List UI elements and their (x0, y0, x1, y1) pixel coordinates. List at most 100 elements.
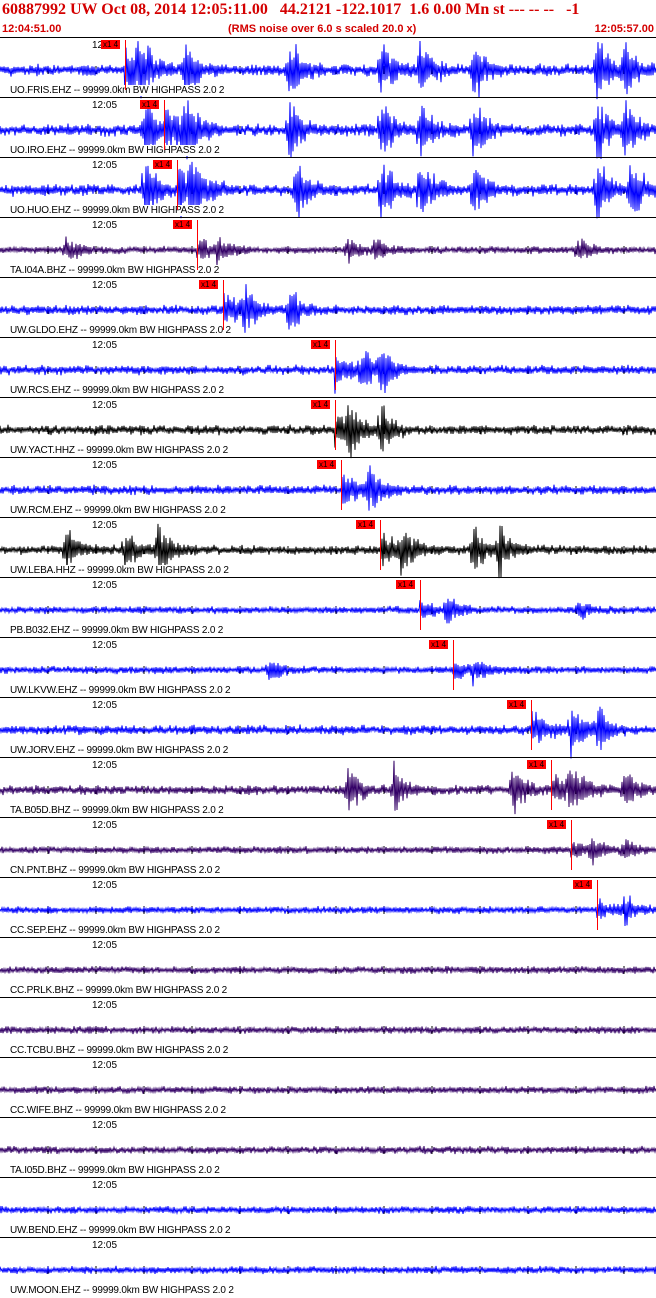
waveform (0, 838, 656, 866)
time-label: 12:05 (92, 460, 118, 471)
header: 60887992 UW Oct 08, 2014 12:05:11.00 44.… (0, 0, 656, 38)
phase-pick-line (453, 640, 454, 690)
time-label: 12:05 (92, 580, 118, 591)
station-label: TA.I05D.BHZ -- 99999.0km BW HIGHPASS 2.0… (10, 1165, 220, 1176)
trace-panel: 12:05 TA.B05D.BHZ -- 99999.0km BW HIGHPAS… (0, 757, 656, 817)
time-label: 12:05 (92, 940, 118, 951)
phase-pick-line (335, 340, 336, 390)
phase-pick-line (335, 400, 336, 450)
trace-panel: 12:05 TA.I05D.BHZ -- 99999.0km BW HIGHPAS… (0, 1117, 656, 1177)
trace-panel: 12:05UO.FRIS.EHZ -- 99999.0km BW HIGHPAS… (0, 37, 656, 100)
station-label: UW.JORV.EHZ -- 99999.0km BW HIGHPASS 2.0… (10, 745, 229, 756)
time-label: 12:05 (92, 340, 118, 351)
phase-pick-line (380, 520, 381, 570)
phase-pick-line (197, 220, 198, 270)
phase-pick-marker: x1 4 (396, 580, 416, 589)
station-label: UW.MOON.EHZ -- 99999.0km BW HIGHPASS 2.0… (10, 1285, 234, 1296)
time-label: 12:05 (92, 820, 118, 831)
phase-pick-marker: x1 4 (356, 520, 376, 529)
station-label: UW.GLDO.EHZ -- 99999.0km BW HIGHPASS 2.0… (10, 325, 231, 336)
station-label: UW.RCM.EHZ -- 99999.0km BW HIGHPASS 2.0 … (10, 505, 226, 516)
time-label: 12:05 (92, 100, 118, 111)
trace-panel: 12:05 CC.SEP.EHZ -- 99999.0km BW HIGHPASS… (0, 877, 656, 937)
station-label: TA.B05D.BHZ -- 99999.0km BW HIGHPASS 2.0… (10, 805, 224, 816)
trace-panel: 12:05 UW.BEND.EHZ -- 99999.0km BW HIGHPAS… (0, 1177, 656, 1237)
station-label: UO.HUO.EHZ -- 99999.0km BW HIGHPASS 2.0 … (10, 205, 224, 216)
rms-note: (RMS noise over 6.0 s scaled 20.0 x) (228, 23, 417, 35)
trace-panel: 12:05 UO.IRO.EHZ -- 99999.0km BW HIGHPASS… (0, 97, 656, 160)
phase-pick-line (164, 100, 165, 150)
station-label: CN.PNT.BHZ -- 99999.0km BW HIGHPASS 2.0 … (10, 865, 221, 876)
trace-panel: 12:05 CN.PNT.BHZ -- 99999.0km BW HIGHPASS… (0, 817, 656, 877)
event-title: 60887992 UW Oct 08, 2014 12:05:11.00 44.… (2, 1, 580, 18)
trace-panel: 12:05 UW.LEBA.HHZ -- 99999.0km BW HIGHPAS… (0, 517, 656, 579)
time-label: 12:05 (92, 700, 118, 711)
time-label: 12:05 (92, 1120, 118, 1131)
time-label: 12:05 (92, 1000, 118, 1011)
time-label: 12:05 (92, 520, 118, 531)
phase-pick-marker: x1 4 (101, 40, 121, 49)
time-label: 12:05 (92, 880, 118, 891)
waveform (0, 598, 656, 624)
time-label: 12:05 (92, 1060, 118, 1071)
trace-panel: 12:05 CC.TCBU.BHZ -- 99999.0km BW HIGHPAS… (0, 997, 656, 1057)
time-label: 12:05 (92, 280, 118, 291)
phase-pick-line (341, 460, 342, 510)
trace-panel: 12:05 UW.GLDO.EHZ -- 99999.0km BW HIGHPAS… (0, 277, 656, 337)
trace-panel: 12:05 UO.HUO.EHZ -- 99999.0km BW HIGHPASS… (0, 157, 656, 219)
station-label: CC.TCBU.BHZ -- 99999.0km BW HIGHPASS 2.0… (10, 1045, 229, 1056)
time-label: 12:05 (92, 400, 118, 411)
station-label: UW.RCS.EHZ -- 99999.0km BW HIGHPASS 2.0 … (10, 385, 224, 396)
station-label: TA.I04A.BHZ -- 99999.0km BW HIGHPASS 2.0… (10, 265, 220, 276)
phase-pick-line (597, 880, 598, 930)
phase-pick-marker: x1 4 (140, 100, 160, 109)
station-label: UW.BEND.EHZ -- 99999.0km BW HIGHPASS 2.0… (10, 1225, 231, 1236)
phase-pick-marker: x1 4 (199, 280, 219, 289)
phase-pick-marker: x1 4 (173, 220, 193, 229)
phase-pick-line (420, 580, 421, 630)
waveform (0, 965, 656, 975)
phase-pick-line (177, 160, 178, 210)
trace-panel: 12:05 UW.RCM.EHZ -- 99999.0km BW HIGHPASS… (0, 457, 656, 517)
waveform (0, 1205, 656, 1215)
trace-panel: 12:05 CC.WIFE.BHZ -- 99999.0km BW HIGHPAS… (0, 1057, 656, 1117)
trace-panel: 12:05 UW.RCS.EHZ -- 99999.0km BW HIGHPASS… (0, 337, 656, 397)
phase-pick-line (531, 700, 532, 750)
time-label: 12:05 (92, 760, 118, 771)
station-label: PB.B032.EHZ -- 99999.0km BW HIGHPASS 2.0… (10, 625, 224, 636)
waveform (0, 895, 656, 927)
phase-pick-marker: x1 4 (153, 160, 173, 169)
station-label: UW.YACT.HHZ -- 99999.0km BW HIGHPASS 2.0… (10, 445, 228, 456)
waveform (0, 1025, 656, 1035)
trace-panel: 12:05 PB.B032.EHZ -- 99999.0km BW HIGHPAS… (0, 577, 656, 637)
trace-panel: 12:05 UW.MOON.EHZ -- 99999.0km BW HIGHPAS… (0, 1237, 656, 1297)
phase-pick-marker: x1 4 (429, 640, 449, 649)
station-label: UO.IRO.EHZ -- 99999.0km BW HIGHPASS 2.0 … (10, 145, 220, 156)
phase-pick-marker: x1 4 (317, 460, 337, 469)
station-label: UW.LKVW.EHZ -- 99999.0km BW HIGHPASS 2.0… (10, 685, 231, 696)
phase-pick-line (551, 760, 552, 810)
phase-pick-line (571, 820, 572, 870)
station-label: CC.PRLK.BHZ -- 99999.0km BW HIGHPASS 2.0… (10, 985, 228, 996)
trace-panel: 12:05 UW.LKVW.EHZ -- 99999.0km BW HIGHPAS… (0, 637, 656, 697)
phase-pick-marker: x1 4 (573, 880, 593, 889)
station-label: CC.SEP.EHZ -- 99999.0km BW HIGHPASS 2.0 … (10, 925, 220, 936)
phase-pick-marker: x1 4 (311, 340, 331, 349)
trace-panel: 12:05 UW.JORV.EHZ -- 99999.0km BW HIGHPAS… (0, 697, 656, 759)
station-label: CC.WIFE.BHZ -- 99999.0km BW HIGHPASS 2.0… (10, 1105, 226, 1116)
waveform (0, 236, 656, 267)
station-label: UO.FRIS.EHZ -- 99999.0km BW HIGHPASS 2.0… (10, 85, 225, 96)
time-label: 12:05 (92, 640, 118, 651)
trace-panel: 12:05 TA.I04A.BHZ -- 99999.0km BW HIGHPAS… (0, 217, 656, 277)
phase-pick-marker: x1 4 (547, 820, 567, 829)
waveform (0, 1085, 656, 1095)
end-time: 12:05:57.00 (594, 23, 654, 35)
time-label: 12:05 (92, 1180, 118, 1191)
seismogram-traces: 12:05 UO.FRIS.EHZ -- 99999.0km BW HIGHPAS… (0, 37, 656, 1298)
waveform (0, 465, 656, 511)
start-time: 12:04:51.00 (2, 23, 62, 35)
trace-panel: 12:05 UW.YACT.HHZ -- 99999.0km BW HIGHPAS… (0, 397, 656, 459)
time-label: 12:05 (92, 160, 118, 171)
waveform (0, 1145, 656, 1155)
phase-pick-marker: x1 4 (311, 400, 331, 409)
